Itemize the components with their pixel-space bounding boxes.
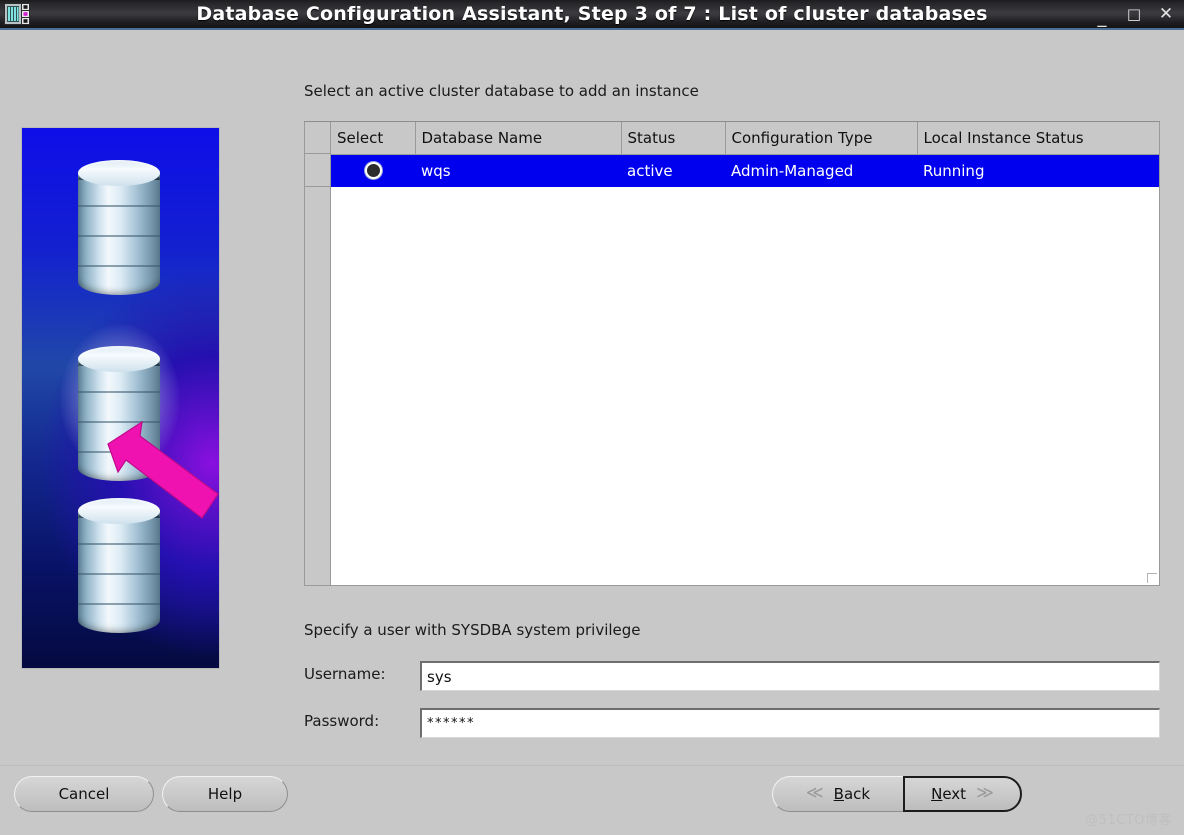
footer-divider <box>0 765 1184 766</box>
back-button-label: Back <box>833 785 871 803</box>
watermark: @51CTO博客 <box>1085 813 1172 828</box>
table-header-row: Select Database Name Status Configuratio… <box>331 122 1159 155</box>
close-icon[interactable]: ✕ <box>1158 0 1174 28</box>
cluster-databases-table[interactable]: Select Database Name Status Configuratio… <box>304 121 1160 586</box>
column-header-status[interactable]: Status <box>621 122 726 155</box>
minimize-icon[interactable]: _ <box>1094 4 1110 32</box>
resize-grip-icon[interactable] <box>1147 573 1157 583</box>
username-label: Username: <box>304 665 386 683</box>
back-button[interactable]: ≪ Back <box>772 776 903 812</box>
window-titlebar: Database Configuration Assistant, Step 3… <box>0 0 1184 30</box>
row-header-column <box>305 122 331 585</box>
window-controls: _ □ ✕ <box>1094 0 1174 28</box>
password-input[interactable] <box>420 708 1160 738</box>
help-button-label: Help <box>207 785 243 803</box>
database-cylinders-graphic <box>21 127 220 669</box>
username-input[interactable] <box>420 661 1160 691</box>
next-button[interactable]: Next ≫ <box>903 776 1022 812</box>
magenta-arrow-icon <box>107 420 219 519</box>
navigation-button-group: ≪ Back Next ≫ <box>772 776 1022 812</box>
cell-local-instance-status: Running <box>917 154 1159 187</box>
row-header-cell[interactable] <box>305 154 331 187</box>
column-header-local-instance-status[interactable]: Local Instance Status <box>917 122 1159 155</box>
next-button-label: Next <box>931 785 967 803</box>
cell-status: active <box>621 154 725 187</box>
window-title: Database Configuration Assistant, Step 3… <box>196 3 988 25</box>
cell-configuration-type: Admin-Managed <box>725 154 917 187</box>
column-header-database-name[interactable]: Database Name <box>415 122 622 155</box>
row-header-corner <box>305 122 331 154</box>
row-select-cell[interactable] <box>331 154 415 187</box>
cell-database-name: wqs <box>415 154 621 187</box>
instruction-label: Select an active cluster database to add… <box>304 82 699 100</box>
column-header-configuration-type[interactable]: Configuration Type <box>725 122 918 155</box>
cancel-button-label: Cancel <box>58 785 110 803</box>
oracle-dbca-icon <box>4 3 30 25</box>
column-header-select[interactable]: Select <box>331 122 416 155</box>
cancel-button[interactable]: Cancel <box>14 776 154 812</box>
radio-selected-icon[interactable] <box>366 163 380 177</box>
chevron-left-icon: ≪ <box>805 782 824 803</box>
chevron-right-icon: ≫ <box>976 782 994 803</box>
credentials-section-label: Specify a user with SYSDBA system privil… <box>304 621 641 639</box>
maximize-icon[interactable]: □ <box>1126 0 1142 28</box>
password-label: Password: <box>304 712 380 730</box>
table-row[interactable]: wqs active Admin-Managed Running <box>331 154 1159 187</box>
help-button[interactable]: Help <box>162 776 288 812</box>
databases-grid: Select Database Name Status Configuratio… <box>331 122 1159 187</box>
